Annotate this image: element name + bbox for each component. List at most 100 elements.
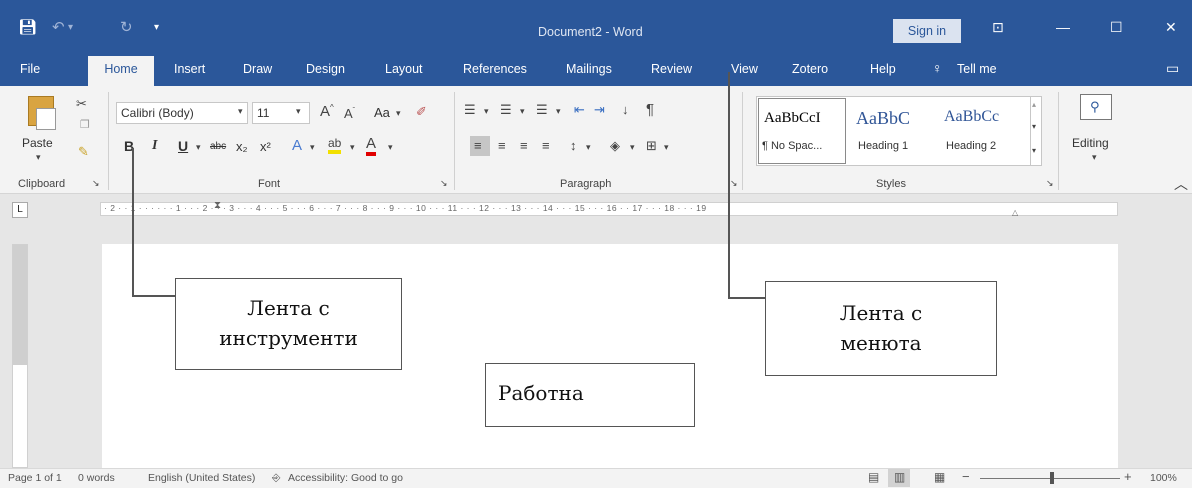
superscript-button[interactable]: x² [260, 139, 271, 154]
highlight-icon[interactable]: ab [328, 136, 342, 154]
show-formatting-icon[interactable]: ¶ [646, 101, 654, 118]
more-styles-icon[interactable]: ▾ [1032, 146, 1036, 155]
right-indent-icon[interactable]: △ [1012, 208, 1018, 217]
chevron-down-icon[interactable]: ▾ [630, 142, 635, 153]
increase-indent-icon[interactable]: ⇥ [594, 102, 605, 118]
chevron-down-icon[interactable]: ▾ [586, 142, 591, 153]
chevron-down-icon[interactable]: ▾ [396, 108, 401, 119]
styles-launcher-icon[interactable]: ↘ [1046, 178, 1054, 189]
italic-button[interactable]: I [152, 138, 157, 154]
justify-icon[interactable]: ≡ [542, 138, 550, 153]
undo-dropdown-icon[interactable]: ▾ [68, 22, 73, 33]
language-indicator[interactable]: English (United States) [148, 472, 255, 484]
borders-icon[interactable]: ⊞ [646, 138, 657, 154]
indent-marker-icon[interactable]: ⧗ [214, 200, 221, 211]
close-icon[interactable]: ✕ [1165, 19, 1177, 36]
callout-line [132, 148, 134, 296]
tab-mailings[interactable]: Mailings [566, 62, 612, 76]
tab-help[interactable]: Help [870, 62, 896, 76]
page-count[interactable]: Page 1 of 1 [8, 472, 62, 484]
font-launcher-icon[interactable]: ↘ [440, 178, 448, 189]
tell-me-search[interactable]: Tell me [957, 62, 997, 76]
zoom-in-icon[interactable]: + [1124, 469, 1132, 484]
tab-zotero[interactable]: Zotero [792, 62, 828, 76]
align-right-icon[interactable]: ≡ [520, 138, 528, 153]
ribbon-display-icon[interactable]: ⊡ [992, 19, 1004, 36]
bullets-icon[interactable]: ☰ [464, 102, 476, 118]
chevron-down-icon[interactable]: ▾ [556, 106, 561, 117]
callout-workspace: Работна [485, 363, 695, 427]
accessibility-status[interactable]: Accessibility: Good to go [288, 472, 403, 484]
editing-button[interactable]: Editing [1072, 136, 1109, 150]
format-painter-icon[interactable]: ✎ [78, 144, 89, 160]
word-count[interactable]: 0 words [78, 472, 115, 484]
subscript-button[interactable]: x₂ [236, 139, 248, 154]
chevron-down-icon[interactable]: ▾ [388, 142, 393, 153]
redo-icon[interactable]: ↻ [120, 18, 133, 36]
chevron-down-icon[interactable]: ▾ [238, 106, 243, 117]
callout-text: Лента с [247, 296, 330, 320]
font-color-icon[interactable]: A [366, 136, 377, 156]
tab-design[interactable]: Design [306, 62, 345, 76]
tab-view[interactable]: View [731, 62, 758, 76]
chevron-down-icon[interactable]: ▾ [296, 106, 301, 117]
tab-references[interactable]: References [463, 62, 527, 76]
divider [742, 92, 743, 190]
chevron-down-icon[interactable]: ▾ [310, 142, 315, 153]
chevron-down-icon[interactable]: ▾ [196, 142, 201, 153]
chevron-down-icon[interactable]: ▾ [1092, 152, 1097, 163]
chevron-down-icon[interactable]: ▾ [520, 106, 525, 117]
grow-font-icon[interactable]: A^ [320, 103, 334, 120]
chevron-down-icon[interactable]: ▾ [350, 142, 355, 153]
paste-dropdown-icon[interactable]: ▾ [36, 152, 41, 163]
tab-review[interactable]: Review [651, 62, 692, 76]
zoom-level[interactable]: 100% [1150, 472, 1177, 484]
minimize-icon[interactable]: — [1056, 19, 1070, 35]
zoom-slider-thumb[interactable] [1050, 472, 1054, 484]
tab-layout[interactable]: Layout [385, 62, 423, 76]
shrink-font-icon[interactable]: Aˇ [344, 106, 355, 121]
save-icon[interactable]: 💾︎ [18, 18, 37, 36]
tab-selector-icon[interactable]: L [12, 202, 28, 218]
paragraph-launcher-icon[interactable]: ↘ [730, 178, 738, 189]
collapse-ribbon-icon[interactable]: ︿ [1174, 174, 1188, 194]
undo-icon[interactable]: ↶ [52, 18, 65, 36]
style-no-spacing[interactable] [758, 98, 846, 164]
shading-icon[interactable]: ◈ [610, 138, 620, 154]
strikethrough-button[interactable]: abc [210, 141, 226, 152]
copy-icon[interactable]: ❐ [80, 118, 90, 131]
scroll-down-icon[interactable]: ▾ [1032, 122, 1036, 131]
customize-toolbar-icon[interactable]: ▾ [154, 22, 159, 33]
cut-icon[interactable]: ✂ [76, 96, 87, 112]
tab-home[interactable]: Home [88, 56, 154, 86]
change-case-button[interactable]: Aa [374, 105, 390, 120]
sign-in-button[interactable]: Sign in [893, 19, 961, 43]
paste-button[interactable]: Paste [22, 136, 53, 150]
web-layout-icon[interactable]: ▦ [934, 470, 945, 484]
print-layout-icon[interactable]: ▥ [894, 470, 905, 484]
chevron-down-icon[interactable]: ▾ [484, 106, 489, 117]
underline-button[interactable]: U [178, 138, 188, 154]
sort-icon[interactable]: ↓ [622, 102, 629, 117]
comments-icon[interactable]: ▭ [1166, 60, 1179, 77]
align-center-icon[interactable]: ≡ [498, 138, 506, 153]
search-icon[interactable]: ⚲ [1090, 99, 1100, 115]
clipboard-launcher-icon[interactable]: ↘ [92, 178, 100, 189]
tab-file[interactable]: File [20, 62, 40, 76]
callout-text: менюта [840, 331, 922, 355]
zoom-out-icon[interactable]: − [962, 469, 970, 484]
line-spacing-icon[interactable]: ↕ [570, 138, 577, 153]
decrease-indent-icon[interactable]: ⇤ [574, 102, 585, 118]
tab-draw[interactable]: Draw [243, 62, 272, 76]
chevron-down-icon[interactable]: ▾ [664, 142, 669, 153]
tab-insert[interactable]: Insert [174, 62, 205, 76]
font-size-value: 11 [257, 106, 270, 120]
clear-formatting-icon[interactable]: ✐ [416, 104, 427, 120]
align-left-icon[interactable]: ≡ [474, 138, 482, 153]
maximize-icon[interactable]: ☐ [1110, 19, 1123, 36]
scroll-up-icon[interactable]: ▴ [1032, 100, 1036, 109]
focus-mode-icon[interactable]: ▤ [868, 470, 879, 484]
text-effects-icon[interactable]: A [292, 137, 302, 154]
multilevel-list-icon[interactable]: ☰ [536, 102, 548, 118]
numbering-icon[interactable]: ☰ [500, 102, 512, 118]
